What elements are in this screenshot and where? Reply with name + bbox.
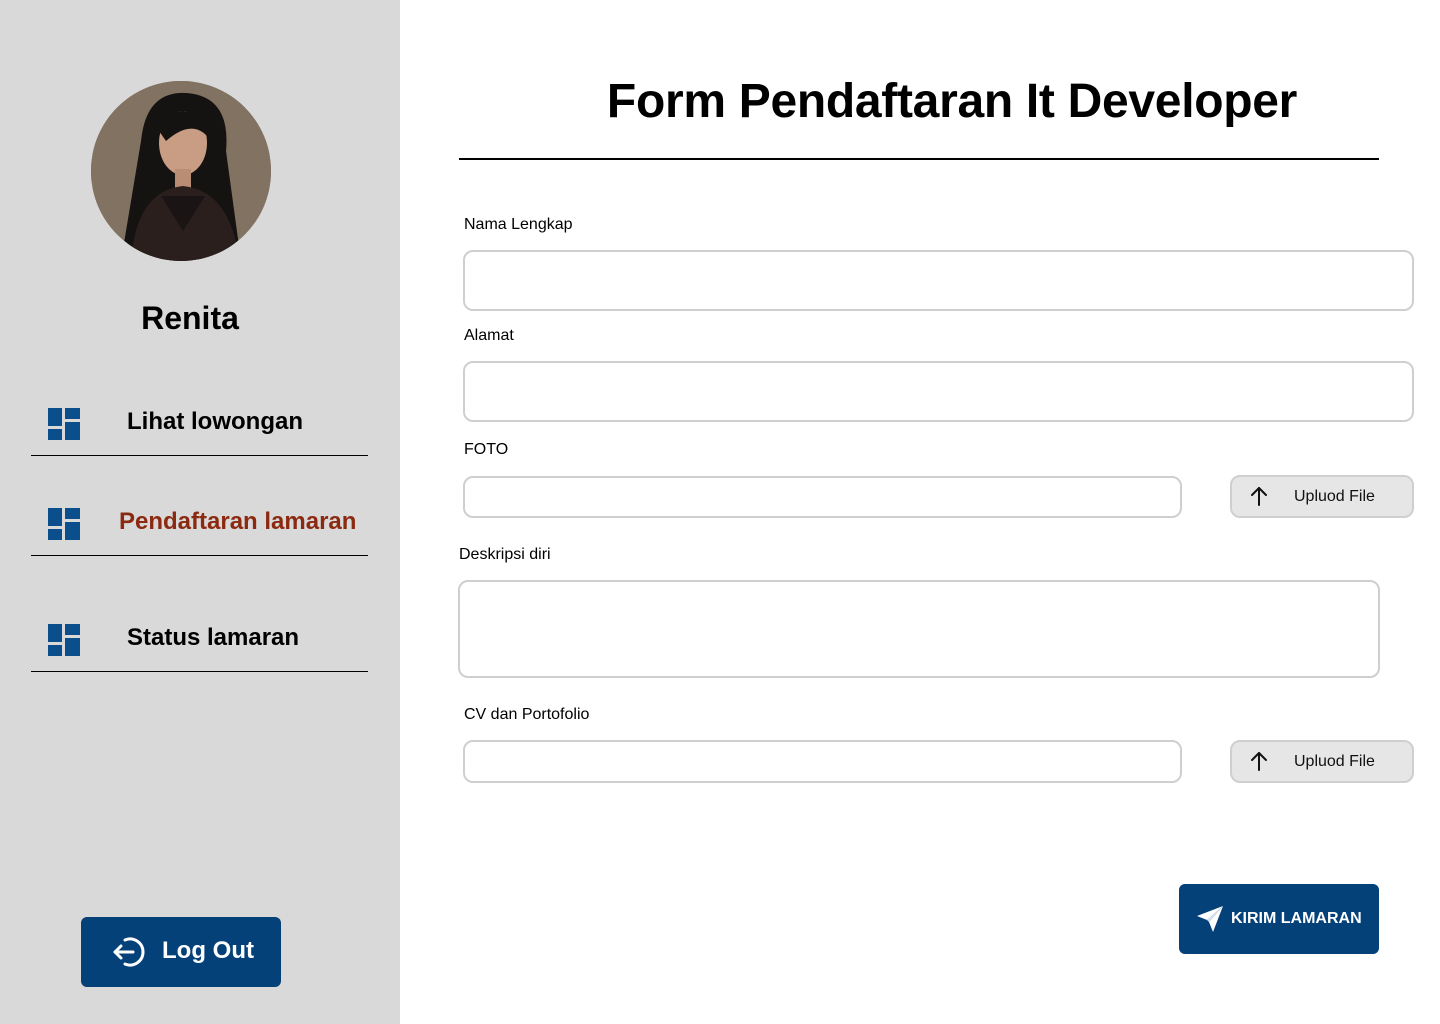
sidebar-item-lihat-lowongan[interactable]: Lihat lowongan (31, 396, 368, 456)
sidebar-item-label: Status lamaran (127, 624, 300, 651)
logout-label: Log Out (162, 937, 254, 964)
sidebar-item-label: Lihat lowongan (127, 408, 303, 435)
logout-button[interactable]: Log Out (81, 917, 281, 987)
upload-label: Upluod File (1294, 753, 1375, 770)
kirim-lamaran-button[interactable]: KIRIM LAMARAN (1179, 884, 1379, 954)
alamat-label: Alamat (464, 327, 514, 344)
sidebar: Renita Lihat lowongan Pendaftaran lamara… (0, 0, 400, 1024)
send-icon (1197, 906, 1223, 932)
arrow-up-icon (1251, 487, 1267, 506)
cv-portofolio-label: CV dan Portofolio (464, 706, 590, 723)
dashboard-icon (48, 508, 80, 540)
foto-input[interactable] (463, 476, 1182, 518)
sidebar-item-pendaftaran-lamaran[interactable]: Pendaftaran lamaran (31, 496, 368, 556)
cv-upload-button[interactable]: Upluod File (1230, 740, 1414, 783)
cv-portofolio-input[interactable] (463, 740, 1182, 783)
dashboard-icon (48, 624, 80, 656)
logout-icon (113, 937, 145, 967)
alamat-input[interactable] (463, 361, 1414, 422)
nama-lengkap-input[interactable] (463, 250, 1414, 311)
dashboard-icon (48, 408, 80, 440)
title-divider (459, 158, 1379, 160)
nama-lengkap-label: Nama Lengkap (464, 216, 573, 233)
avatar (91, 81, 271, 261)
sidebar-item-label: Pendaftaran lamaran (119, 508, 357, 535)
deskripsi-diri-label: Deskripsi diri (459, 546, 551, 563)
user-name: Renita (141, 300, 239, 336)
submit-label: KIRIM LAMARAN (1231, 910, 1362, 927)
foto-upload-button[interactable]: Upluod File (1230, 475, 1414, 518)
arrow-up-icon (1251, 752, 1267, 771)
foto-label: FOTO (464, 441, 509, 458)
upload-label: Upluod File (1294, 488, 1375, 505)
sidebar-item-status-lamaran[interactable]: Status lamaran (31, 612, 368, 672)
deskripsi-diri-textarea[interactable] (458, 580, 1380, 678)
page-title: Form Pendaftaran It Developer (606, 75, 1298, 128)
